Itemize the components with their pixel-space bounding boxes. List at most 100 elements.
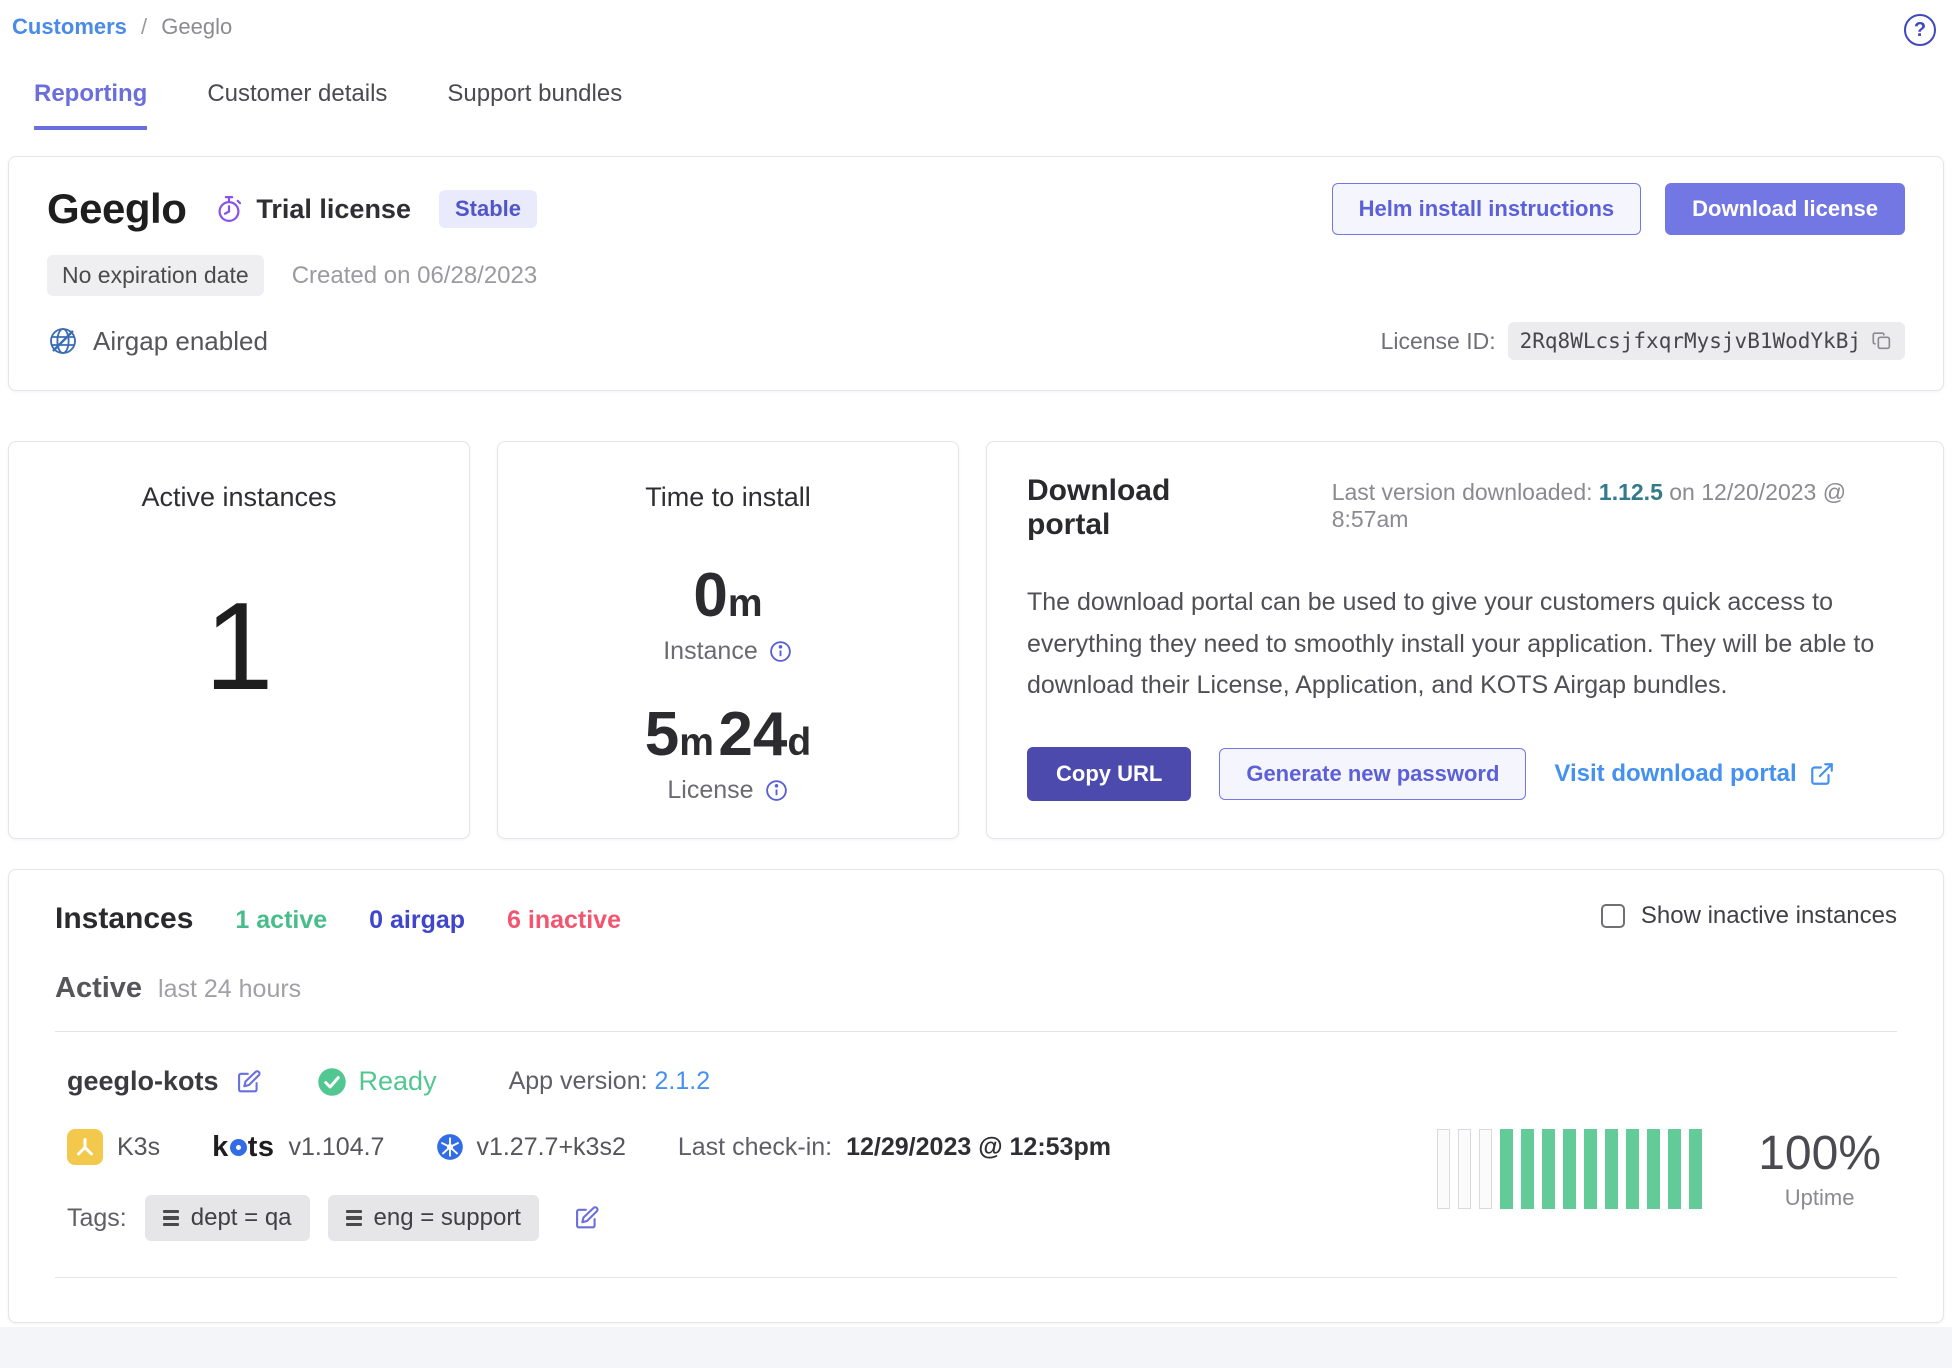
- instance-install-time: 0m: [498, 565, 958, 627]
- tab-support-bundles[interactable]: Support bundles: [447, 80, 622, 130]
- instance-name: geeglo-kots: [67, 1066, 219, 1097]
- license-install-label-row: License: [498, 776, 958, 805]
- distribution: K3s: [67, 1129, 160, 1165]
- generate-new-password-button[interactable]: Generate new password: [1219, 748, 1526, 800]
- breadcrumb: Customers / Geeglo: [12, 14, 232, 40]
- last-version-link[interactable]: 1.12.5: [1599, 479, 1663, 505]
- help-icon[interactable]: ?: [1904, 14, 1936, 46]
- active-section-sublabel: last 24 hours: [158, 975, 301, 1004]
- license-info-icon[interactable]: [764, 778, 789, 803]
- tag-label: eng = support: [374, 1204, 521, 1232]
- license-type-label: Trial license: [256, 194, 411, 225]
- breadcrumb-separator: /: [141, 14, 147, 39]
- uptime-label: Uptime: [1758, 1185, 1881, 1211]
- license-install-time-value1: 5: [645, 700, 679, 769]
- active-instances-title: Active instances: [9, 482, 469, 513]
- airgap-count-link[interactable]: 0 airgap: [369, 906, 465, 935]
- uptime-widget: 100% Uptime: [1437, 1096, 1885, 1241]
- breadcrumb-customers-link[interactable]: Customers: [12, 14, 127, 39]
- trial-timer-icon: [214, 194, 244, 224]
- ready-check-icon: [317, 1067, 347, 1097]
- show-inactive-checkbox[interactable]: [1601, 904, 1625, 928]
- license-id-value: 2Rq8WLcsjfxqrMysjvB1WodYkBj: [1520, 329, 1861, 353]
- copy-license-id-icon[interactable]: [1871, 330, 1893, 352]
- instance-install-time-unit: m: [728, 582, 763, 625]
- time-to-install-card: Time to install 0m Instance 5m 24d: [497, 441, 959, 839]
- external-link-icon: [1809, 761, 1835, 787]
- tag-label: dept = qa: [191, 1204, 292, 1232]
- tags-label: Tags:: [67, 1204, 127, 1233]
- created-on-text: Created on 06/28/2023: [292, 262, 538, 290]
- license-id-chip: 2Rq8WLcsjfxqrMysjvB1WodYkBj: [1508, 322, 1905, 360]
- edit-instance-name-icon[interactable]: [235, 1068, 263, 1096]
- instance-info-icon[interactable]: [768, 639, 793, 664]
- tab-customer-details[interactable]: Customer details: [207, 80, 387, 130]
- kubernetes-version: v1.27.7+k3s2: [436, 1133, 625, 1162]
- license-type: Trial license: [214, 194, 411, 225]
- license-install-time-value2: 24: [718, 700, 787, 769]
- instance-install-label: Instance: [663, 637, 758, 666]
- download-portal-title: Download portal: [1027, 474, 1252, 542]
- app-version-link[interactable]: 2.1.2: [655, 1067, 711, 1095]
- app-version-label: App version:: [509, 1067, 648, 1095]
- visit-download-portal-label: Visit download portal: [1554, 760, 1796, 788]
- page-background-strip: [0, 1327, 1952, 1347]
- kots-logo: kts: [212, 1131, 274, 1164]
- airgap-label: Airgap enabled: [93, 326, 268, 357]
- license-summary-card: Geeglo Trial license Stabl: [8, 156, 1944, 391]
- instances-title: Instances: [55, 902, 193, 936]
- instance-install-time-value: 0: [693, 561, 727, 630]
- inactive-count-link[interactable]: 6 inactive: [507, 906, 621, 935]
- license-id-label: License ID:: [1381, 328, 1496, 355]
- instance-status: Ready: [317, 1066, 437, 1097]
- instance-row: geeglo-kots: [55, 1032, 1897, 1241]
- instance-install-label-row: Instance: [498, 637, 958, 666]
- visit-download-portal-link[interactable]: Visit download portal: [1554, 760, 1834, 788]
- uptime-percent: 100%: [1758, 1126, 1881, 1181]
- last-version-label: Last version downloaded:: [1332, 479, 1593, 505]
- instance-status-label: Ready: [359, 1066, 437, 1097]
- last-checkin: Last check-in: 12/29/2023 @ 12:53pm: [678, 1133, 1111, 1162]
- show-inactive-label: Show inactive instances: [1641, 902, 1897, 930]
- tag-icon: [346, 1210, 362, 1227]
- license-install-time-unit1: m: [679, 721, 714, 764]
- tab-reporting[interactable]: Reporting: [34, 80, 147, 130]
- license-install-label: License: [667, 776, 753, 805]
- edit-tags-icon[interactable]: [573, 1204, 601, 1232]
- last-checkin-value: 12/29/2023 @ 12:53pm: [846, 1133, 1111, 1162]
- download-portal-card: Download portal Last version downloaded:…: [986, 441, 1944, 839]
- active-section-label: Active: [55, 972, 142, 1005]
- download-portal-description: The download portal can be used to give …: [1027, 582, 1903, 707]
- tag-chip-eng-support: eng = support: [328, 1195, 539, 1241]
- airgap-status: Airgap enabled: [47, 325, 268, 357]
- active-instances-card: Active instances 1: [8, 441, 470, 839]
- page: Customers / Geeglo ? Reporting Customer …: [0, 0, 1952, 1327]
- instances-card: Instances 1 active 0 airgap 6 inactive S…: [8, 869, 1944, 1323]
- last-checkin-label: Last check-in:: [678, 1133, 832, 1162]
- tag-icon: [163, 1210, 179, 1227]
- time-to-install-title: Time to install: [498, 482, 958, 513]
- active-count-link[interactable]: 1 active: [235, 906, 327, 935]
- breadcrumb-current: Geeglo: [161, 14, 232, 39]
- channel-badge: Stable: [439, 190, 537, 228]
- license-install-time-unit2: d: [787, 721, 811, 764]
- kots-version: kts v1.104.7: [212, 1131, 384, 1164]
- instance-counts: 1 active 0 airgap 6 inactive: [235, 906, 621, 935]
- download-license-button[interactable]: Download license: [1665, 183, 1905, 235]
- active-instances-value: 1: [9, 585, 469, 709]
- kubernetes-version-value: v1.27.7+k3s2: [476, 1133, 625, 1162]
- kubernetes-icon: [436, 1133, 464, 1161]
- license-id-row: License ID: 2Rq8WLcsjfxqrMysjvB1WodYkBj: [1381, 322, 1905, 360]
- uptime-bars: [1437, 1129, 1702, 1209]
- helm-install-instructions-button[interactable]: Helm install instructions: [1332, 183, 1642, 235]
- airgap-globe-icon: [47, 325, 79, 357]
- customer-name: Geeglo: [47, 185, 186, 233]
- kots-version-value: v1.104.7: [289, 1133, 385, 1162]
- copy-url-button[interactable]: Copy URL: [1027, 747, 1191, 801]
- app-version: App version: 2.1.2: [509, 1067, 711, 1096]
- metrics-row: Active instances 1 Time to install 0m In…: [8, 441, 1944, 839]
- last-version-downloaded: Last version downloaded: 1.12.5 on 12/20…: [1332, 479, 1903, 533]
- show-inactive-toggle[interactable]: Show inactive instances: [1601, 902, 1897, 930]
- k3s-icon: [67, 1129, 103, 1165]
- tab-bar: Reporting Customer details Support bundl…: [0, 80, 1952, 130]
